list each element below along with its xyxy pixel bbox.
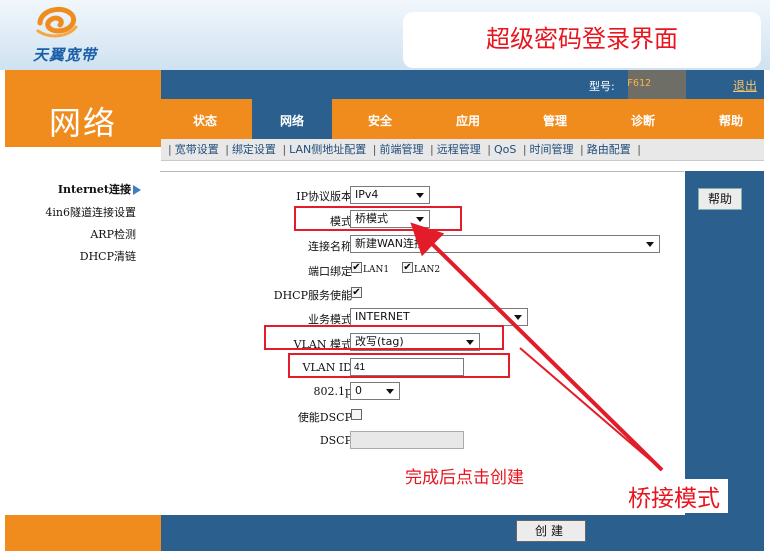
- bridge-mode-label: 桥接模式: [620, 479, 728, 513]
- chevron-down-icon: [386, 389, 394, 394]
- sub-navigation: | 宽带设置 | 绑定设置 | LAN侧地址配置 | 前端管理 | 远程管理 | QoS |…: [161, 139, 764, 161]
- subnav-time[interactable]: 时间管理: [530, 143, 574, 156]
- p8021-select[interactable]: 0: [350, 382, 400, 400]
- ip-version-select[interactable]: IPv4: [350, 186, 430, 204]
- tab-application[interactable]: 应用: [428, 99, 508, 139]
- create-button[interactable]: 创建: [516, 520, 586, 542]
- menu-item-internet[interactable]: Internet连接: [58, 181, 141, 197]
- logo-swirl-icon: [36, 6, 78, 38]
- lan1-checkbox[interactable]: ✔: [351, 262, 362, 273]
- logo-text: 天翼宽带: [33, 46, 98, 64]
- port-bind-label: 端口绑定: [308, 265, 352, 278]
- lan1-label: LAN1: [363, 265, 390, 275]
- footer-left: [5, 515, 161, 551]
- main-tabs: 状态 网络 安全 应用 管理 诊断 帮助: [161, 99, 764, 139]
- vlan-mode-highlight-box: [264, 325, 504, 350]
- tab-help[interactable]: 帮助: [691, 99, 770, 139]
- conn-name-label: 连接名称: [308, 240, 352, 253]
- help-button[interactable]: 帮助: [698, 188, 742, 210]
- chevron-down-icon: [416, 193, 424, 198]
- subnav-qos[interactable]: QoS: [494, 143, 516, 156]
- model-label: 型号:: [589, 80, 615, 93]
- footer-bar: [161, 515, 764, 551]
- subnav-broadband[interactable]: 宽带设置: [175, 143, 219, 156]
- dscp-input: [350, 431, 464, 449]
- right-panel: 帮助: [685, 171, 764, 515]
- ip-version-label: IP协议版本: [296, 190, 352, 203]
- conn-name-select[interactable]: 新建WAN连接: [350, 235, 660, 253]
- dhcp-label: DHCP服务使能: [273, 289, 352, 302]
- lan2-label: LAN2: [414, 265, 441, 275]
- model-bar: 型号: F612 退出: [161, 70, 764, 99]
- dscp-label: DSCP: [319, 434, 352, 447]
- model-value: F612: [627, 78, 652, 89]
- p8021-value: 0: [355, 384, 362, 397]
- subnav-remote[interactable]: 远程管理: [437, 143, 481, 156]
- vlan-id-highlight-box: [288, 353, 510, 378]
- dhcp-checkbox[interactable]: ✔: [351, 287, 362, 298]
- tab-management[interactable]: 管理: [515, 99, 595, 139]
- subnav-lan-address[interactable]: LAN侧地址配置: [289, 143, 366, 156]
- service-mode-value: INTERNET: [355, 310, 410, 323]
- ip-version-value: IPv4: [355, 188, 379, 201]
- subnav-binding[interactable]: 绑定设置: [232, 143, 276, 156]
- section-block: 网络: [5, 70, 161, 147]
- menu-item-label: Internet连接: [57, 183, 131, 196]
- tab-status[interactable]: 状态: [165, 99, 245, 139]
- page-title: 网络: [48, 104, 117, 142]
- conn-name-value: 新建WAN连接: [355, 237, 426, 250]
- chevron-down-icon: [514, 315, 522, 320]
- header-banner: 天翼宽带 超级密码登录界面: [0, 0, 770, 70]
- tab-security[interactable]: 安全: [340, 99, 420, 139]
- dscp-enable-checkbox[interactable]: [351, 409, 362, 420]
- chevron-down-icon: [646, 242, 654, 247]
- logout-link[interactable]: 退出: [733, 77, 757, 94]
- dscp-enable-label: 使能DSCP: [297, 411, 352, 424]
- tab-diagnostics[interactable]: 诊断: [603, 99, 683, 139]
- menu-item-4in6[interactable]: 4in6隧道连接设置: [45, 204, 136, 220]
- tab-network[interactable]: 网络: [252, 99, 332, 139]
- lan2-checkbox[interactable]: ✔: [402, 262, 413, 273]
- p8021-label: 802.1p: [313, 385, 352, 398]
- hint-text: 完成后点击创建: [405, 468, 524, 488]
- menu-item-arp[interactable]: ARP检测: [90, 226, 136, 242]
- arrow-right-icon: [133, 185, 141, 195]
- callout-title: 超级密码登录界面: [403, 12, 761, 68]
- subnav-frontend[interactable]: 前端管理: [380, 143, 424, 156]
- service-mode-select[interactable]: INTERNET: [350, 308, 528, 326]
- mode-highlight-box: [294, 206, 462, 231]
- menu-item-dhcp[interactable]: DHCP清链: [80, 248, 136, 264]
- subnav-routing[interactable]: 路由配置: [587, 143, 631, 156]
